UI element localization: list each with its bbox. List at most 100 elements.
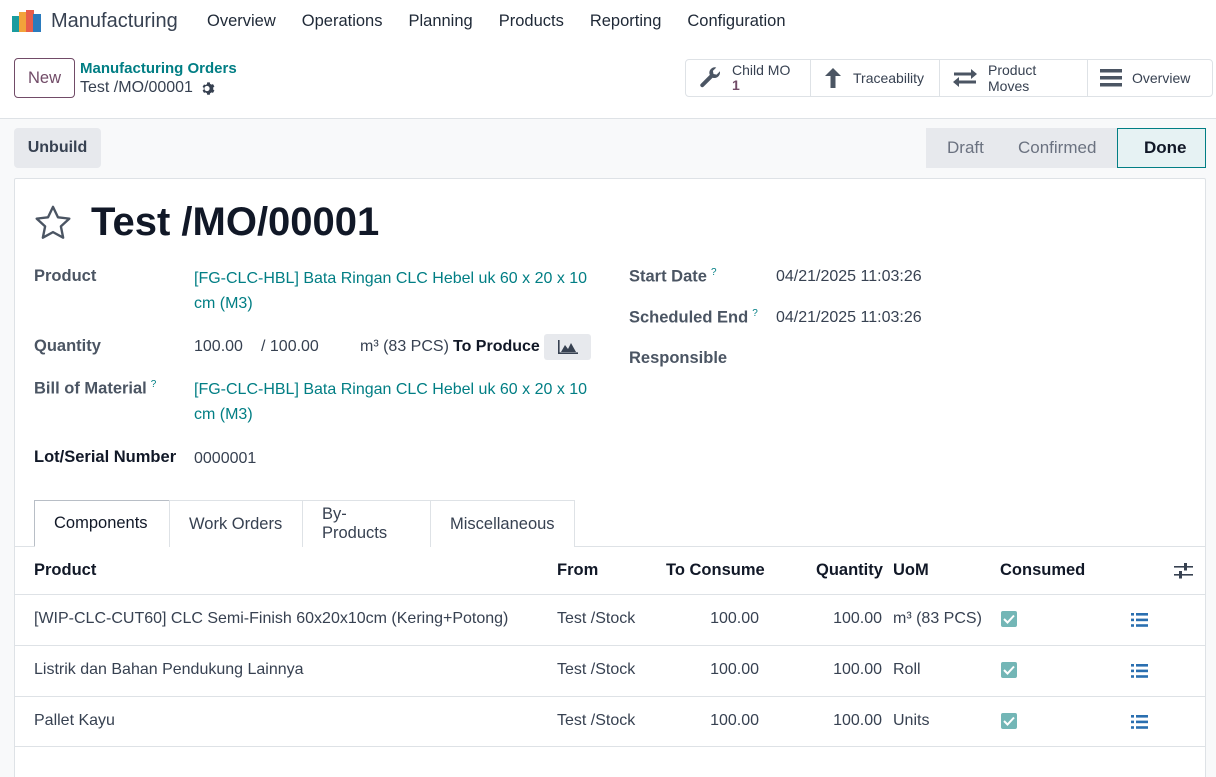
row-from: Test /Stock [557, 610, 636, 627]
control-panel: New Manufacturing Orders Test /MO/00001 … [0, 44, 1216, 119]
notebook-tabs: Components Work Orders By-Products Misce… [34, 500, 575, 547]
product-moves-label: Product Moves [988, 62, 1037, 94]
new-button[interactable]: New [14, 58, 75, 98]
menu-products[interactable]: Products [499, 12, 564, 31]
responsible-label: Responsible [629, 349, 728, 367]
row-uom: m³ (83 PCS) [893, 610, 982, 627]
manufacturing-app-icon[interactable] [12, 10, 42, 32]
table-row[interactable]: Listrik dan Bahan Pendukung Lainnya Test… [15, 645, 1205, 696]
consumed-checkbox[interactable] [1001, 662, 1017, 678]
row-to-consume: 100.00 [710, 712, 759, 729]
traceability-button[interactable]: Traceability [811, 60, 940, 96]
to-produce-label: To Produce [453, 338, 540, 355]
menu-operations[interactable]: Operations [302, 12, 383, 31]
details-list-icon[interactable] [1131, 613, 1148, 627]
top-navbar: Manufacturing Overview Operations Planni… [0, 0, 1216, 44]
scheduled-end-label-text: Scheduled End [629, 308, 749, 327]
row-quantity[interactable]: 100.00 [782, 712, 882, 730]
main-menu: Overview Operations Planning Products Re… [207, 12, 812, 31]
product-moves-button[interactable]: Product Moves [940, 60, 1088, 96]
menu-overview[interactable]: Overview [207, 12, 276, 31]
breadcrumb-current-label: Test /MO/00001 [80, 79, 193, 96]
star-icon[interactable] [34, 204, 72, 242]
scheduled-end-label: Scheduled End? [629, 308, 758, 328]
start-date-label: Start Date? [629, 267, 717, 287]
child-mo-label: Child MO [732, 62, 791, 78]
lot-field[interactable]: 0000001 [194, 450, 256, 468]
child-mo-count: 1 [732, 77, 740, 93]
row-product: Listrik dan Bahan Pendukung Lainnya [34, 661, 304, 678]
col-product[interactable]: Product [34, 561, 96, 580]
exchange-icon [953, 69, 977, 87]
stage-draft[interactable]: Draft [926, 128, 998, 168]
app-name[interactable]: Manufacturing [51, 10, 178, 33]
row-quantity[interactable]: 100.00 [782, 661, 882, 679]
bom-label: Bill of Material? [34, 379, 156, 399]
row-quantity[interactable]: 100.00 [782, 610, 882, 628]
record-title: Test /MO/00001 [91, 200, 380, 244]
row-from: Test /Stock [557, 661, 636, 678]
start-date-field[interactable]: 04/21/2025 11:03:26 [776, 268, 922, 286]
start-date-help-icon[interactable]: ? [711, 267, 717, 278]
bom-line-1: [FG-CLC-HBL] Bata Ringan CLC Hebel uk 60… [194, 381, 588, 398]
tab-miscellaneous[interactable]: Miscellaneous [430, 500, 575, 547]
scheduled-end-help-icon[interactable]: ? [752, 308, 758, 319]
bom-field[interactable]: [FG-CLC-HBL] Bata Ringan CLC Hebel uk 60… [194, 377, 587, 427]
col-quantity[interactable]: Quantity [816, 561, 883, 580]
column-settings-icon[interactable] [1174, 563, 1193, 579]
product-label: Product [34, 267, 97, 285]
bom-help-icon[interactable]: ? [151, 379, 157, 390]
consumed-checkbox[interactable] [1001, 713, 1017, 729]
row-uom: Roll [893, 661, 921, 678]
breadcrumb-parent[interactable]: Manufacturing Orders [80, 60, 237, 77]
tab-by-products[interactable]: By-Products [302, 500, 431, 547]
row-to-consume: 100.00 [710, 610, 759, 627]
overview-label: Overview [1132, 70, 1191, 86]
row-product: [WIP-CLC-CUT60] CLC Semi-Finish 60x20x10… [34, 610, 509, 627]
area-chart-icon [557, 340, 578, 354]
checkmark-icon [1003, 665, 1015, 675]
product-line-2: cm (M3) [194, 295, 253, 312]
unbuild-button[interactable]: Unbuild [14, 128, 101, 168]
gear-icon[interactable] [201, 81, 216, 96]
col-uom[interactable]: UoM [893, 561, 929, 580]
menu-planning[interactable]: Planning [408, 12, 472, 31]
arrow-up-icon [825, 68, 841, 88]
smart-buttons: Child MO 1 Traceability Product Moves Ov… [685, 59, 1213, 97]
stage-done[interactable]: Done [1117, 128, 1206, 168]
overview-button[interactable]: Overview [1088, 60, 1212, 96]
table-row[interactable]: [WIP-CLC-CUT60] CLC Semi-Finish 60x20x10… [15, 594, 1205, 645]
tab-components[interactable]: Components [34, 500, 170, 547]
stage-confirmed[interactable]: Confirmed [998, 128, 1117, 168]
tab-work-orders[interactable]: Work Orders [169, 500, 303, 547]
forecast-button[interactable] [544, 334, 591, 360]
col-consumed[interactable]: Consumed [1000, 561, 1085, 580]
traceability-label: Traceability [853, 70, 925, 86]
menu-configuration[interactable]: Configuration [687, 12, 785, 31]
row-to-consume: 100.00 [710, 661, 759, 678]
bom-line-2: cm (M3) [194, 406, 253, 423]
row-from: Test /Stock [557, 712, 636, 729]
lot-label: Lot/Serial Number [34, 448, 177, 466]
bars-icon [1100, 69, 1122, 87]
col-from[interactable]: From [557, 561, 598, 580]
breadcrumb-current: Test /MO/00001 [80, 79, 216, 97]
wrench-icon [700, 67, 721, 88]
row-uom: Units [893, 712, 930, 729]
table-row[interactable]: Pallet Kayu Test /Stock 100.00 100.00 Un… [15, 696, 1205, 747]
quantity-uom: m³ (83 PCS) [360, 338, 449, 355]
quantity-input[interactable]: 100.00 [194, 338, 243, 356]
col-to-consume[interactable]: To Consume [666, 561, 765, 580]
scheduled-end-field[interactable]: 04/21/2025 11:03:26 [776, 309, 922, 327]
checkmark-icon [1003, 614, 1015, 624]
details-list-icon[interactable] [1131, 664, 1148, 678]
status-bar: Draft Confirmed Done [926, 128, 1206, 168]
child-mo-button[interactable]: Child MO 1 [686, 60, 811, 96]
product-line-1: [FG-CLC-HBL] Bata Ringan CLC Hebel uk 60… [194, 270, 588, 287]
menu-reporting[interactable]: Reporting [590, 12, 662, 31]
details-list-icon[interactable] [1131, 715, 1148, 729]
product-field[interactable]: [FG-CLC-HBL] Bata Ringan CLC Hebel uk 60… [194, 266, 587, 316]
consumed-checkbox[interactable] [1001, 611, 1017, 627]
quantity-total: / 100.00 [261, 338, 319, 355]
checkmark-icon [1003, 716, 1015, 726]
